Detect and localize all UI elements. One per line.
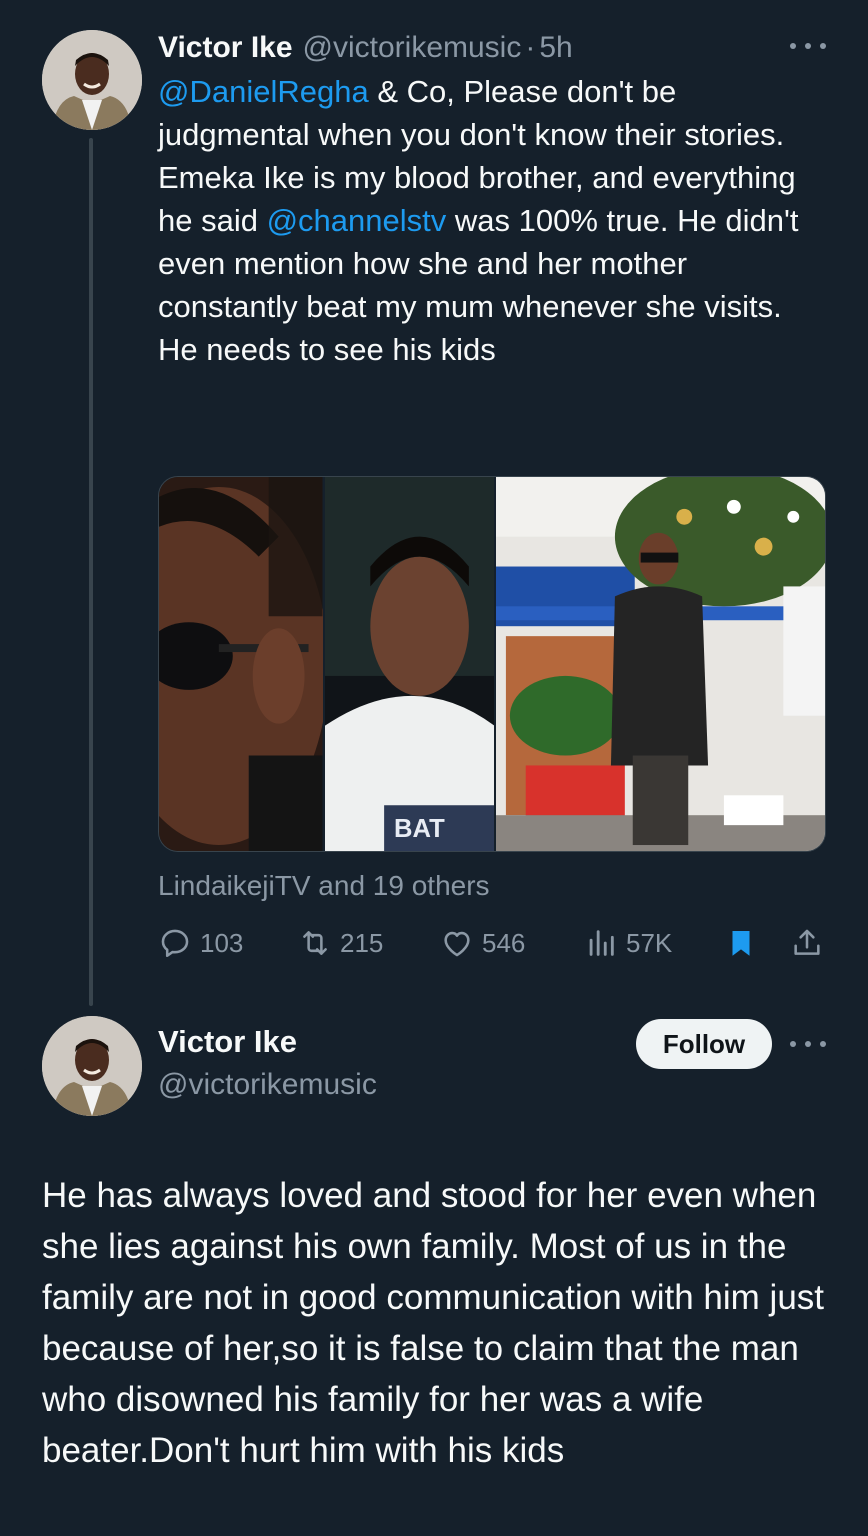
media-photo-standing[interactable]	[493, 477, 825, 851]
tweet-text: He has always loved and stood for her ev…	[42, 1176, 825, 1470]
repost-button[interactable]: 215	[298, 920, 383, 966]
author-name[interactable]: Victor Ike	[158, 31, 293, 65]
mention-link[interactable]: @channelstv	[267, 203, 447, 238]
liked-by-summary[interactable]: LindaikejiTV and 19 others	[158, 870, 490, 902]
reply-icon	[161, 929, 189, 958]
media-photo-portrait[interactable]: BAT	[322, 477, 494, 851]
mention-link[interactable]: @DanielRegha	[158, 74, 369, 109]
author-handle[interactable]: @victorikemusic	[303, 31, 522, 65]
share-icon	[794, 929, 820, 955]
tweet-media[interactable]: BAT	[158, 476, 826, 852]
timestamp[interactable]: 5h	[539, 31, 572, 65]
like-button[interactable]: 546	[440, 920, 525, 966]
tweet-thread: Victor Ike @victorikemusic · 5h @DanielR…	[0, 0, 868, 1536]
views-button[interactable]: 57K	[584, 920, 672, 966]
avatar[interactable]	[42, 30, 142, 130]
view-count: 57K	[626, 927, 673, 958]
author-name[interactable]: Victor Ike	[158, 1024, 297, 1060]
follow-button[interactable]: Follow	[636, 1019, 772, 1069]
heart-icon	[444, 931, 470, 957]
bookmark-button[interactable]	[724, 920, 766, 966]
tweet-text: @DanielRegha & Co, Please don't be judgm…	[158, 70, 818, 371]
like-count: 546	[482, 927, 526, 958]
reply-button[interactable]: 103	[158, 920, 243, 966]
media-photo-sunglasses[interactable]	[159, 477, 323, 851]
tweet-header: Victor Ike @victorikemusic · 5h	[158, 28, 573, 68]
reply-count: 103	[200, 927, 244, 958]
author-handle[interactable]: @victorikemusic	[158, 1068, 377, 1102]
separator: ·	[525, 31, 536, 64]
svg-text:BAT: BAT	[393, 815, 444, 843]
avatar[interactable]	[42, 1016, 142, 1116]
share-button[interactable]	[790, 920, 832, 966]
views-icon	[589, 930, 614, 956]
thread-connector	[89, 138, 93, 1006]
repost-count: 215	[340, 927, 384, 958]
action-bar: 103 215 546 57K	[158, 920, 828, 966]
bookmark-icon	[732, 930, 750, 956]
repost-icon	[303, 931, 327, 955]
more-icon[interactable]	[790, 1034, 826, 1054]
more-icon[interactable]	[790, 36, 826, 56]
